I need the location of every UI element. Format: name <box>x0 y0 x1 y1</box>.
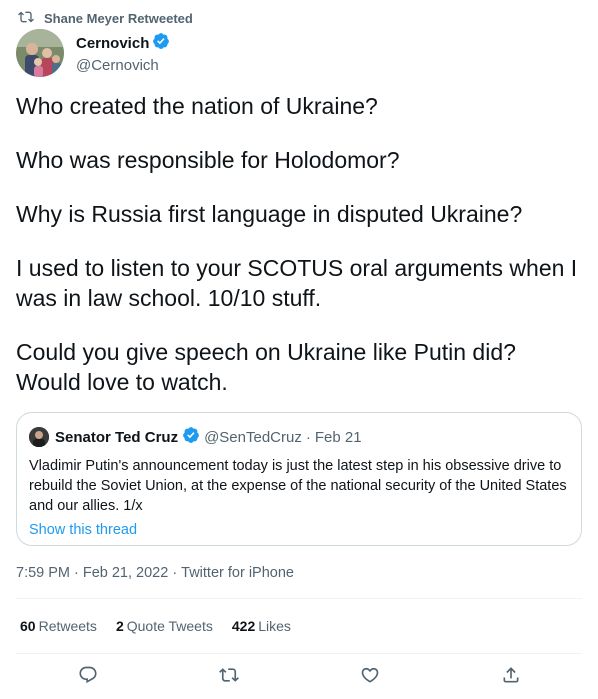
retweets-stat[interactable]: 60 Retweets <box>20 618 97 634</box>
retweets-count: 60 <box>20 618 36 634</box>
author-name[interactable]: Cernovich <box>76 35 149 52</box>
tweet-author: Cernovich @Cernovich <box>16 29 170 77</box>
verified-badge-icon <box>152 32 170 55</box>
show-thread-link[interactable]: Show this thread <box>29 522 137 538</box>
quoted-tweet-header: Senator Ted Cruz @SenTedCruz · Feb 21 <box>29 426 569 448</box>
likes-stat[interactable]: 422 Likes <box>232 618 291 634</box>
divider <box>16 598 582 599</box>
tweet-time[interactable]: 7:59 PM <box>16 565 70 581</box>
quoted-date: Feb 21 <box>314 428 362 446</box>
tweet-paragraph: Who created the nation of Ukraine? <box>16 93 378 119</box>
likes-count: 422 <box>231 618 256 634</box>
tweet-paragraph: Who was responsible for Holodomor? <box>16 147 400 173</box>
separator-dot: · <box>172 565 178 581</box>
tweet-text: Who created the nation of Ukraine? Who w… <box>16 91 586 397</box>
divider <box>16 653 582 654</box>
retweets-label: Retweets <box>38 618 97 634</box>
tweet-date[interactable]: Feb 21, 2022 <box>83 565 168 581</box>
tweet-paragraph: Could you give speech on Ukraine like Pu… <box>16 339 516 395</box>
quoted-tweet-text: Vladimir Putin's announcement today is j… <box>29 458 567 514</box>
retweet-context-text[interactable]: Shane Meyer Retweeted <box>44 11 193 26</box>
quoted-author-name: Senator Ted Cruz <box>55 428 179 446</box>
quote-tweets-count: 2 <box>115 618 124 634</box>
tweet-stats: 60 Retweets 2 Quote Tweets 422 Likes <box>20 618 291 634</box>
tweet-paragraph: Why is Russia first language in disputed… <box>16 201 523 227</box>
quoted-tweet[interactable]: Senator Ted Cruz @SenTedCruz · Feb 21 Vl… <box>16 412 582 546</box>
retweet-context: Shane Meyer Retweeted <box>18 9 193 28</box>
like-icon[interactable] <box>359 664 381 686</box>
quoted-avatar <box>29 427 49 447</box>
tweet-actions <box>0 664 598 690</box>
retweet-icon[interactable] <box>218 664 240 686</box>
likes-label: Likes <box>258 618 291 634</box>
reply-icon[interactable] <box>77 664 99 686</box>
quoted-author-handle: @SenTedCruz <box>204 428 302 446</box>
tweet-source[interactable]: Twitter for iPhone <box>181 565 294 581</box>
tweet-metadata: 7:59 PM · Feb 21, 2022 · Twitter for iPh… <box>16 565 294 581</box>
quote-tweets-label: Quote Tweets <box>126 618 213 634</box>
avatar[interactable] <box>16 29 64 77</box>
separator-dot: · <box>305 428 311 446</box>
share-icon[interactable] <box>500 664 522 686</box>
tweet-paragraph: I used to listen to your SCOTUS oral arg… <box>16 255 578 311</box>
author-handle[interactable]: @Cernovich <box>76 57 170 74</box>
separator-dot: · <box>74 565 79 581</box>
quote-tweets-stat[interactable]: 2 Quote Tweets <box>116 618 213 634</box>
verified-badge-icon <box>182 426 200 448</box>
retweet-icon <box>18 9 34 28</box>
